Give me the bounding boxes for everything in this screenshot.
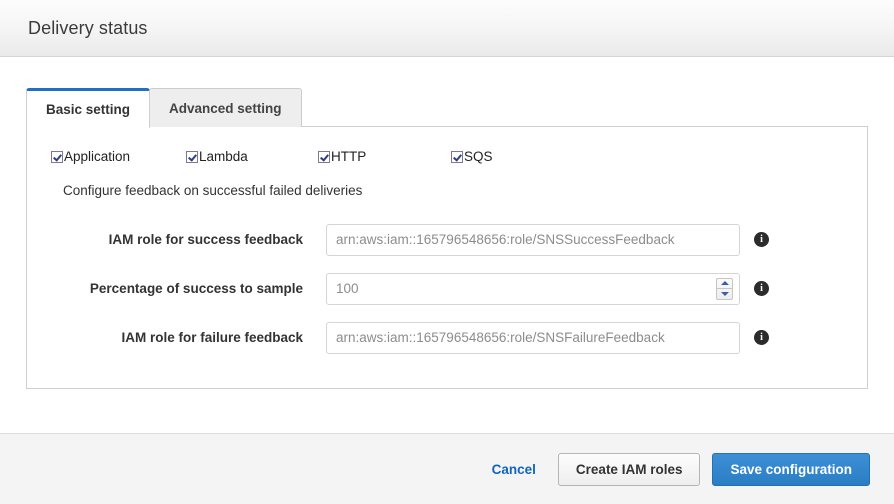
input-failure-role[interactable]	[336, 330, 730, 345]
input-success-role[interactable]	[336, 232, 730, 247]
tab-strip: Basic setting Advanced setting	[26, 88, 868, 128]
label-success-percentage: Percentage of success to sample	[89, 281, 303, 296]
stepper-up-button[interactable]	[717, 279, 732, 289]
protocol-checkbox-row: Application Lambda HTTP SQS	[51, 150, 493, 164]
checkbox-sqs[interactable]	[451, 150, 463, 163]
checkbox-item-http[interactable]: HTTP	[318, 150, 451, 164]
form-row-success-percentage: Percentage of success to sample i	[27, 264, 867, 313]
checkbox-application-label: Application	[64, 149, 131, 164]
checkbox-http[interactable]	[318, 150, 330, 163]
quantity-stepper[interactable]	[716, 277, 733, 300]
dialog-body: Basic setting Advanced setting Applicati…	[0, 57, 894, 433]
feedback-form: IAM role for success feedback i Percenta…	[27, 215, 867, 362]
chevron-down-icon	[720, 291, 729, 296]
dialog-footer: Cancel Create IAM roles Save configurati…	[0, 433, 894, 504]
dialog-header: Delivery status	[0, 0, 894, 57]
tab-advanced-setting-label: Advanced setting	[169, 100, 282, 116]
input-success-percentage[interactable]	[336, 281, 730, 296]
checkbox-application[interactable]	[51, 150, 63, 163]
tab-advanced-setting[interactable]: Advanced setting	[149, 88, 302, 127]
field-failure-role[interactable]	[326, 321, 740, 354]
info-icon-success-percentage[interactable]: i	[754, 281, 769, 296]
info-icon-failure-role[interactable]: i	[754, 330, 769, 345]
checkbox-item-sqs[interactable]: SQS	[451, 150, 493, 164]
checkbox-lambda-label: Lambda	[199, 149, 248, 164]
save-configuration-button[interactable]: Save configuration	[712, 452, 870, 486]
tab-basic-setting[interactable]: Basic setting	[26, 88, 151, 128]
info-icon-success-role[interactable]: i	[754, 232, 769, 247]
form-row-success-role: IAM role for success feedback i	[27, 215, 867, 264]
checkbox-sqs-label: SQS	[464, 149, 493, 164]
checkbox-item-application[interactable]: Application	[51, 150, 186, 164]
page-title: Delivery status	[28, 17, 148, 38]
chevron-up-icon	[720, 281, 729, 286]
label-success-role: IAM role for success feedback	[108, 232, 303, 247]
checkbox-lambda[interactable]	[186, 150, 198, 163]
form-row-failure-role: IAM role for failure feedback i	[27, 313, 867, 362]
field-success-role[interactable]	[326, 223, 740, 256]
stepper-down-button[interactable]	[717, 289, 732, 299]
tab-basic-setting-label: Basic setting	[46, 102, 131, 117]
tabs-container: Basic setting Advanced setting Applicati…	[26, 88, 868, 389]
label-failure-role: IAM role for failure feedback	[121, 330, 303, 345]
tab-panel-basic-setting: Application Lambda HTTP SQS Configure fe…	[26, 126, 868, 389]
cancel-button[interactable]: Cancel	[492, 462, 536, 477]
section-note: Configure feedback on successful failed …	[63, 183, 363, 198]
field-success-percentage[interactable]	[326, 272, 740, 305]
checkbox-http-label: HTTP	[331, 149, 367, 164]
checkbox-item-lambda[interactable]: Lambda	[186, 150, 318, 164]
create-iam-roles-button[interactable]: Create IAM roles	[557, 452, 701, 486]
